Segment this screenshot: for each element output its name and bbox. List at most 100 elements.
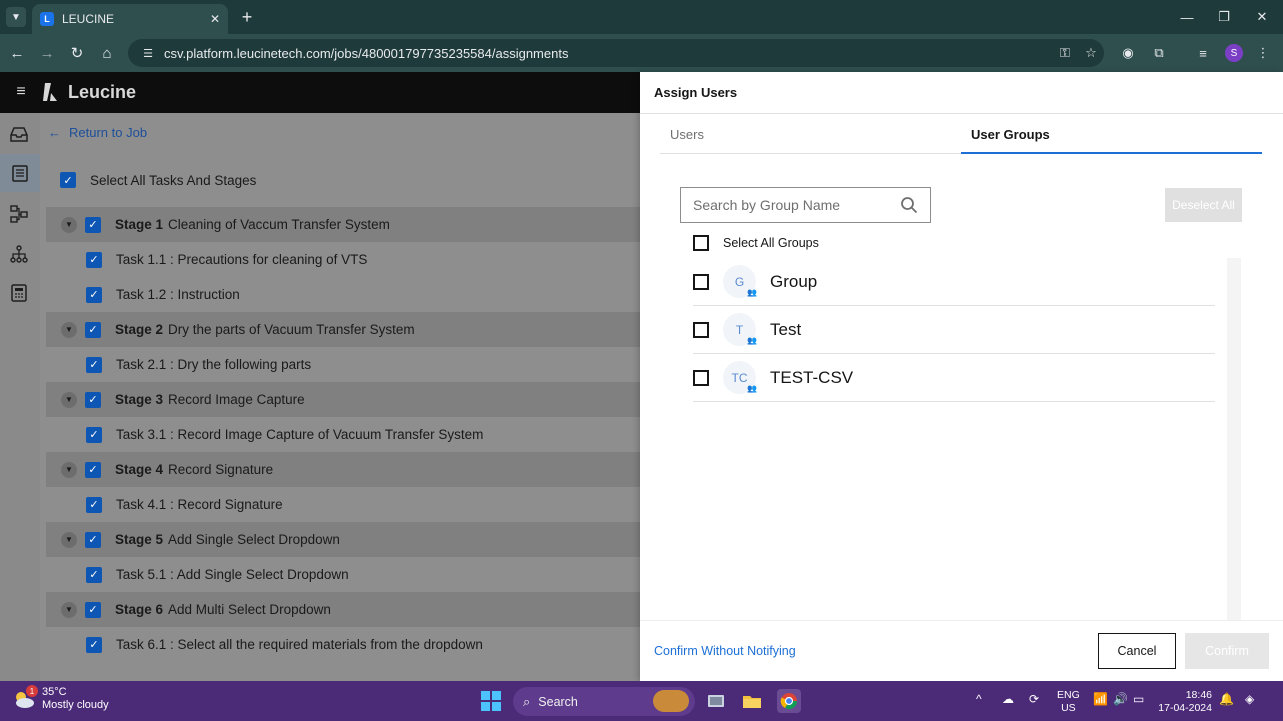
tab-users[interactable]: Users: [670, 114, 704, 154]
group-list-scrollbar[interactable]: [1227, 258, 1241, 620]
tab-user-groups[interactable]: User Groups: [971, 114, 1050, 154]
stage-row[interactable]: ▼ ✓ Stage 4 Record Signature: [46, 452, 640, 487]
screenshot-camera-icon[interactable]: ◉: [1118, 43, 1138, 63]
copilot-icon[interactable]: ◈: [1245, 692, 1254, 706]
extensions-puzzle-icon[interactable]: ⧉: [1149, 43, 1169, 63]
chrome-taskbar-icon[interactable]: [777, 689, 801, 713]
weather-widget[interactable]: 1 35°C Mostly cloudy: [12, 685, 109, 712]
confirm-button[interactable]: Confirm: [1185, 633, 1269, 669]
close-window-icon[interactable]: ✕: [1243, 0, 1281, 34]
group-checkbox[interactable]: [693, 273, 709, 290]
stage-number: Stage 1: [115, 217, 164, 232]
reload-icon[interactable]: ↻: [66, 42, 88, 64]
group-row[interactable]: TC 👥 TEST-CSV: [693, 354, 1215, 402]
inbox-icon[interactable]: [8, 123, 30, 145]
task-row[interactable]: ✓ Task 2.1 : Dry the following parts: [46, 347, 640, 382]
hierarchy-icon[interactable]: [8, 243, 30, 265]
task-row[interactable]: ✓ Task 4.1 : Record Signature: [46, 487, 640, 522]
stage-row[interactable]: ▼ ✓ Stage 2 Dry the parts of Vacuum Tran…: [46, 312, 640, 347]
collapse-caret-icon[interactable]: ▼: [61, 391, 77, 408]
file-explorer-icon[interactable]: [740, 689, 764, 713]
notification-bell-icon[interactable]: 🔔: [1219, 692, 1234, 706]
group-row[interactable]: T 👥 Test: [693, 306, 1215, 354]
stage-row[interactable]: ▼ ✓ Stage 6 Add Multi Select Dropdown: [46, 592, 640, 627]
browser-tab[interactable]: L LEUCINE ✕: [32, 4, 228, 34]
task-view-icon[interactable]: [704, 689, 728, 713]
task-row[interactable]: ✓ Task 1.2 : Instruction: [46, 277, 640, 312]
sync-icon[interactable]: ⟳: [1029, 692, 1039, 706]
onedrive-cloud-icon[interactable]: ☁: [1002, 692, 1014, 706]
password-key-icon[interactable]: ⚿: [1052, 45, 1078, 61]
media-control-icon[interactable]: ≡: [1193, 43, 1213, 63]
task-checkbox[interactable]: ✓: [86, 356, 102, 373]
wifi-icon[interactable]: 📶: [1093, 692, 1108, 706]
address-bar[interactable]: ☰ csv.platform.leucinetech.com/jobs/4800…: [128, 39, 1104, 67]
language-indicator[interactable]: ENG US: [1057, 689, 1080, 715]
jobs-list-icon[interactable]: [0, 154, 40, 192]
group-checkbox[interactable]: [693, 321, 709, 338]
select-all-tasks-checkbox[interactable]: ✓: [60, 172, 76, 188]
task-row[interactable]: ✓ Task 1.1 : Precautions for cleaning of…: [46, 242, 640, 277]
stage-checkbox[interactable]: ✓: [85, 216, 101, 233]
stage-row[interactable]: ▼ ✓ Stage 5 Add Single Select Dropdown: [46, 522, 640, 557]
select-all-groups-checkbox[interactable]: [693, 235, 709, 251]
process-icon[interactable]: [8, 203, 30, 225]
search-icon[interactable]: [900, 196, 918, 214]
stage-checkbox[interactable]: ✓: [85, 391, 101, 408]
task-checkbox[interactable]: ✓: [86, 286, 102, 303]
assign-users-drawer: Assign Users Users User Groups Search by…: [640, 72, 1283, 681]
task-checkbox[interactable]: ✓: [86, 251, 102, 268]
collapse-caret-icon[interactable]: ▼: [61, 601, 77, 618]
close-tab-icon[interactable]: ✕: [210, 12, 220, 26]
stage-row[interactable]: ▼ ✓ Stage 3 Record Image Capture: [46, 382, 640, 417]
task-checkbox[interactable]: ✓: [86, 496, 102, 513]
collapse-caret-icon[interactable]: ▼: [61, 321, 77, 338]
task-label: Task 3.1 : Record Image Capture of Vacuu…: [116, 427, 484, 442]
brand-logo[interactable]: Leucine: [42, 81, 136, 103]
new-tab-plus-icon[interactable]: +: [236, 6, 258, 28]
windows-start-icon[interactable]: [481, 691, 501, 711]
site-info-tune-icon[interactable]: ☰: [140, 45, 156, 61]
bookmark-star-icon[interactable]: ☆: [1078, 45, 1104, 61]
back-arrow-icon[interactable]: ←: [6, 42, 28, 64]
cancel-button[interactable]: Cancel: [1098, 633, 1176, 669]
task-label: Task 5.1 : Add Single Select Dropdown: [116, 567, 349, 582]
stage-checkbox[interactable]: ✓: [85, 601, 101, 618]
stage-checkbox[interactable]: ✓: [85, 531, 101, 548]
task-row[interactable]: ✓ Task 3.1 : Record Image Capture of Vac…: [46, 417, 640, 452]
select-all-tasks-row[interactable]: ✓ Select All Tasks And Stages: [46, 153, 640, 207]
tab-search-chevron-icon[interactable]: ▼: [6, 7, 26, 27]
collapse-caret-icon[interactable]: ▼: [61, 531, 77, 548]
taskbar-search[interactable]: ⌕ Search: [513, 687, 695, 716]
show-hidden-icons-chevron-icon[interactable]: ^: [976, 692, 982, 706]
task-row[interactable]: ✓ Task 6.1 : Select all the required mat…: [46, 627, 640, 662]
minimize-icon[interactable]: —: [1168, 0, 1206, 34]
task-row[interactable]: ✓ Task 5.1 : Add Single Select Dropdown: [46, 557, 640, 592]
group-search-input[interactable]: Search by Group Name: [680, 187, 931, 223]
deselect-all-button[interactable]: Deselect All: [1165, 188, 1242, 222]
stage-checkbox[interactable]: ✓: [85, 461, 101, 478]
forward-arrow-icon[interactable]: →: [36, 42, 58, 64]
task-checkbox[interactable]: ✓: [86, 566, 102, 583]
job-assignments-page: ← Return to Job ✓ Select All Tasks And S…: [0, 113, 640, 681]
return-to-job-link[interactable]: ← Return to Job: [48, 125, 147, 140]
select-all-groups-row[interactable]: Select All Groups: [693, 235, 819, 251]
task-checkbox[interactable]: ✓: [86, 636, 102, 653]
system-clock[interactable]: 18:46 17-04-2024: [1158, 689, 1212, 715]
task-checkbox[interactable]: ✓: [86, 426, 102, 443]
battery-icon[interactable]: ▭: [1133, 692, 1144, 706]
volume-icon[interactable]: 🔊: [1113, 692, 1128, 706]
stage-checkbox[interactable]: ✓: [85, 321, 101, 338]
collapse-caret-icon[interactable]: ▼: [61, 216, 77, 233]
profile-avatar[interactable]: S: [1225, 44, 1243, 62]
home-icon[interactable]: ⌂: [96, 42, 118, 64]
confirm-without-notifying-link[interactable]: Confirm Without Notifying: [654, 644, 796, 658]
hamburger-menu-icon[interactable]: ≡: [12, 83, 30, 101]
restore-icon[interactable]: ❐: [1205, 0, 1243, 34]
group-row[interactable]: G 👥 Group: [693, 258, 1215, 306]
group-checkbox[interactable]: [693, 369, 709, 386]
stage-row[interactable]: ▼ ✓ Stage 1 Cleaning of Vaccum Transfer …: [46, 207, 640, 242]
calculator-icon[interactable]: [8, 282, 30, 304]
browser-menu-icon[interactable]: ⋮: [1253, 43, 1273, 63]
collapse-caret-icon[interactable]: ▼: [61, 461, 77, 478]
